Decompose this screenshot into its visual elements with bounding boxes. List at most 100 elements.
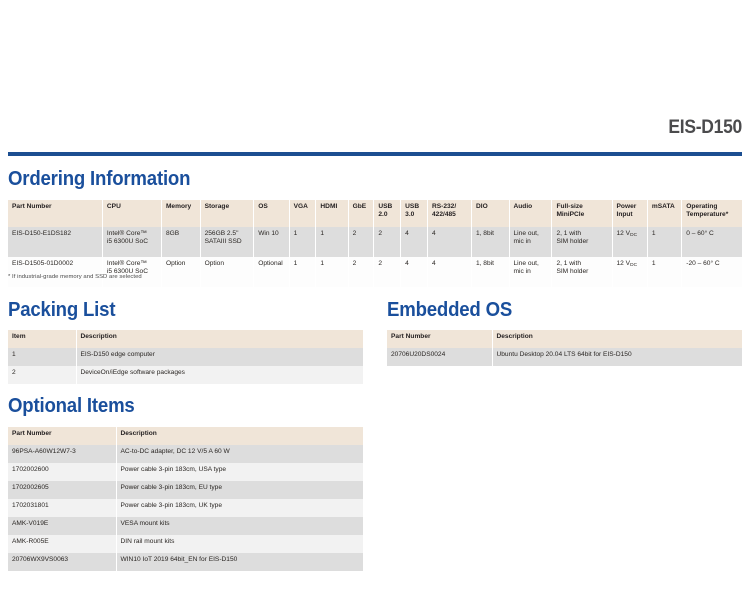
cell-description: Power cable 3-pin 183cm, USA type: [116, 463, 363, 481]
cell-cpu: Intel® Core™ i5 6300U SoC: [102, 227, 162, 257]
cell-usb20: 2: [373, 257, 402, 287]
table-row: 1 EIS-D150 edge computer: [8, 348, 363, 366]
col-hdmi: HDMI: [315, 200, 349, 227]
table-header-row: Part Number CPU Memory Storage OS VGA HD…: [8, 200, 742, 227]
col-os: OS: [253, 200, 290, 227]
cell-serial: 4: [427, 257, 472, 287]
col-description: Description: [492, 330, 742, 348]
col-operating-temperature: Operating Temperature*: [681, 200, 742, 227]
col-label-line2: 422/485: [431, 211, 456, 219]
table-row: 96PSA-A60W12W7-3 AC-to-DC adapter, DC 12…: [8, 445, 363, 463]
cell-memory: Option: [161, 257, 201, 287]
cell-dio: 1, 8bit: [471, 227, 510, 257]
table-row: 1702002605 Power cable 3-pin 183cm, EU t…: [8, 481, 363, 499]
cell-description: DIN rail mount kits: [116, 535, 363, 553]
cell-description: EIS-D150 edge computer: [76, 348, 363, 366]
cell-usb30: 4: [400, 257, 428, 287]
cell-part-number: 1702002605: [8, 481, 117, 499]
cell-hdmi: 1: [315, 227, 349, 257]
cpu-line2: i5 6300U SoC: [106, 238, 148, 246]
table-row: EIS-D150-E1DS182 Intel® Core™ i5 6300U S…: [8, 227, 742, 257]
table-row: 20706WX9VS0063 WIN10 IoT 2019 64bit_EN f…: [8, 553, 363, 571]
cell-part-number: 1702002600: [8, 463, 117, 481]
col-label: Part Number: [12, 203, 52, 210]
col-cpu: CPU: [102, 200, 162, 227]
cpu-line1: Intel® Core™: [106, 230, 147, 237]
cell-description: AC-to-DC adapter, DC 12 V/5 A 60 W: [116, 445, 363, 463]
cell-msata: 1: [647, 257, 683, 287]
cell-gbe: 2: [348, 257, 375, 287]
col-gbe: GbE: [348, 200, 375, 227]
cell-description: DeviceOn/iEdge software packages: [76, 366, 363, 384]
col-label-line1: Power: [616, 203, 637, 210]
col-power-input: Power Input: [612, 200, 648, 227]
cell-operating-temperature: 0 – 60° C: [681, 227, 742, 257]
cell-memory: 8GB: [161, 227, 201, 257]
col-label-line1: RS-232/: [431, 203, 457, 210]
audio-line1: Line out,: [513, 260, 539, 267]
cell-storage: 256GB 2.5" SATAIII SSD: [200, 227, 255, 257]
table-header-row: Part Number Description: [387, 330, 742, 348]
power-value: 12 V: [616, 230, 631, 237]
minipcie-line1: 2, 1 with: [556, 230, 581, 237]
cell-operating-temperature: -20 – 60° C: [681, 257, 742, 287]
col-usb30: USB 3.0: [400, 200, 428, 227]
col-part-number: Part Number: [8, 427, 117, 445]
cell-storage: Option: [200, 257, 255, 287]
section-heading-packing-list: Packing List: [8, 299, 116, 321]
cell-power-input: 12 VDC: [612, 227, 648, 257]
col-item: Item: [8, 330, 77, 348]
col-storage: Storage: [200, 200, 255, 227]
embedded-os-table: Part Number Description 20706U20DS0024 U…: [387, 330, 742, 366]
col-label-line2: 3.0: [405, 211, 415, 219]
col-label: HDMI: [320, 203, 338, 210]
table-row: 1702031801 Power cable 3-pin 183cm, UK t…: [8, 499, 363, 517]
col-label-line2: Input: [616, 211, 633, 219]
col-label: Storage: [204, 203, 230, 210]
cell-part-number: 96PSA-A60W12W7-3: [8, 445, 117, 463]
power-value: 12 V: [616, 260, 631, 267]
col-label: GbE: [352, 203, 367, 210]
col-label: Memory: [165, 203, 192, 210]
col-label-line2: 2.0: [378, 211, 388, 219]
ordering-footnote: * If industrial-grade memory and SSD are…: [8, 274, 142, 280]
col-label-line1: USB: [378, 203, 393, 210]
cell-item: 2: [8, 366, 77, 384]
cell-os: Win 10: [253, 227, 290, 257]
cell-part-number: EIS-D1505-01D0002: [8, 257, 103, 287]
col-label: Audio: [513, 203, 533, 210]
col-part-number: Part Number: [387, 330, 493, 348]
col-usb20: USB 2.0: [373, 200, 402, 227]
table-header-row: Item Description: [8, 330, 363, 348]
col-vga: VGA: [289, 200, 317, 227]
power-subscript: DC: [630, 233, 638, 238]
col-label-line1: Full-size: [556, 203, 583, 210]
cell-power-input: 12 VDC: [612, 257, 648, 287]
col-label: CPU: [106, 203, 121, 210]
col-label-line1: USB: [405, 203, 420, 210]
audio-line1: Line out,: [513, 230, 539, 237]
cell-part-number: AMK-V019E: [8, 517, 117, 535]
col-label: DIO: [475, 203, 488, 210]
section-heading-ordering-information: Ordering Information: [8, 168, 191, 190]
minipcie-line1: 2, 1 with: [556, 260, 581, 267]
cell-usb30: 4: [400, 227, 428, 257]
storage-line1: 256GB 2.5": [204, 230, 239, 237]
cpu-line1: Intel® Core™: [106, 260, 147, 267]
col-label-line1: Operating: [686, 203, 718, 210]
cell-dio: 1, 8bit: [471, 257, 510, 287]
header-divider-rule: [8, 152, 742, 156]
cell-part-number: 1702031801: [8, 499, 117, 517]
table-row: 1702002600 Power cable 3-pin 183cm, USA …: [8, 463, 363, 481]
optional-items-table: Part Number Description 96PSA-A60W12W7-3…: [8, 427, 363, 571]
cell-part-number: 20706WX9VS0063: [8, 553, 117, 571]
minipcie-line2: SIM holder: [556, 268, 589, 276]
table-row: AMK-R005E DIN rail mount kits: [8, 535, 363, 553]
col-msata: mSATA: [647, 200, 683, 227]
col-label: mSATA: [651, 203, 675, 210]
cell-audio: Line out, mic in: [509, 227, 553, 257]
cell-part-number: 20706U20DS0024: [387, 348, 493, 366]
col-minipcie: Full-size MiniPCIe: [551, 200, 613, 227]
col-dio: DIO: [471, 200, 510, 227]
audio-line2: mic in: [513, 268, 531, 276]
